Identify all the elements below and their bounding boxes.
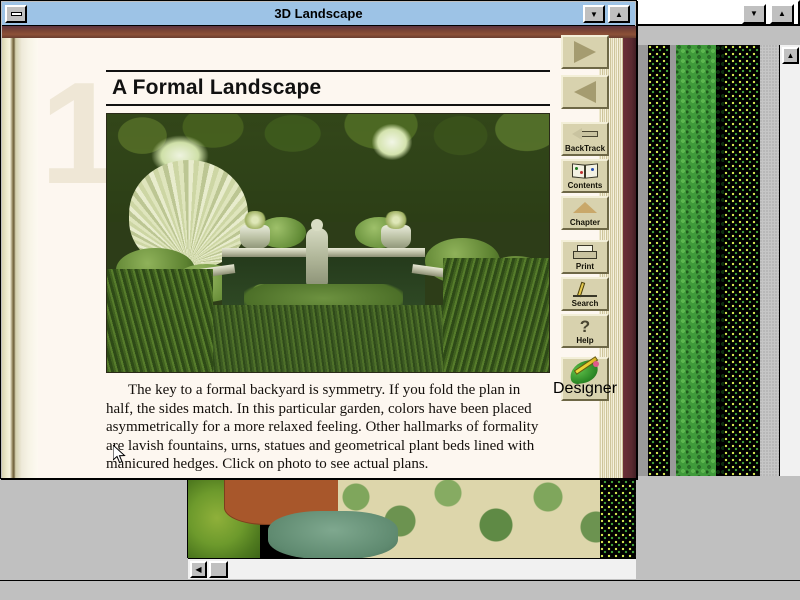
previous-page-button[interactable] xyxy=(561,75,609,109)
chapter-number-watermark: 1 xyxy=(40,52,121,214)
chapter-button[interactable]: Chapter xyxy=(561,196,609,230)
photo-statue xyxy=(305,227,328,286)
scroll-left-button[interactable]: ◀ xyxy=(190,561,207,578)
garden-photo[interactable] xyxy=(106,113,550,373)
window-titlebar[interactable]: 3D Landscape ▼ ▲ xyxy=(2,2,635,26)
navigation-toolbar[interactable]: BackTrack Contents Chapter Print Search … xyxy=(553,35,617,401)
background-window-titlebar[interactable]: ▼ ▲ xyxy=(636,0,800,26)
leaf-pencil-icon xyxy=(568,356,600,385)
background-window-left-pane xyxy=(0,476,188,558)
print-label: Print xyxy=(575,262,595,271)
search-label: Search xyxy=(571,299,599,308)
book-spine xyxy=(2,38,38,478)
backtrack-button[interactable]: BackTrack xyxy=(561,122,609,156)
chevron-down-icon: ▼ xyxy=(750,9,758,18)
chevron-up-icon: ▲ xyxy=(778,9,786,18)
open-book-icon xyxy=(572,161,598,181)
background-window-maximize-button[interactable]: ▲ xyxy=(770,4,794,24)
search-button[interactable]: Search xyxy=(561,277,609,311)
background-window-title xyxy=(642,6,740,22)
arrow-left-icon: ◀ xyxy=(195,564,202,574)
book-cover-top-edge xyxy=(2,26,636,38)
contents-label: Contents xyxy=(567,181,603,190)
backtrack-label: BackTrack xyxy=(564,144,606,153)
window-title: 3D Landscape xyxy=(274,6,363,21)
triangle-right-icon xyxy=(574,41,596,63)
page-content: A Formal Landscape The key to a formal b… xyxy=(106,70,550,474)
photo-urn-right xyxy=(381,224,412,249)
horizontal-scrollbar-thumb[interactable] xyxy=(209,561,228,578)
help-button[interactable]: ? Help xyxy=(561,314,609,348)
pen-search-icon xyxy=(573,279,597,299)
chapter-label: Chapter xyxy=(569,218,601,227)
chevron-up-icon: ▲ xyxy=(615,9,623,19)
contents-button[interactable]: Contents xyxy=(561,159,609,193)
next-page-button[interactable] xyxy=(561,35,609,69)
landscape-book-window[interactable]: 3D Landscape ▼ ▲ 1 A Formal Landscape Th… xyxy=(0,0,637,479)
heading-rule-bottom xyxy=(106,104,550,106)
page-title: A Formal Landscape xyxy=(112,76,322,99)
photo-reeds-left xyxy=(107,268,214,372)
background-window-minimize-button[interactable]: ▼ xyxy=(742,4,766,24)
print-button[interactable]: Print xyxy=(561,240,609,274)
landscape-plan-strip[interactable] xyxy=(188,476,636,559)
body-paragraph: The key to a formal backyard is symmetry… xyxy=(106,382,539,472)
printer-icon xyxy=(572,242,598,262)
book-cover-right-edge xyxy=(623,38,636,478)
chevron-down-icon: ▼ xyxy=(590,9,598,19)
back-arrow-icon xyxy=(572,124,598,144)
designer-button[interactable]: Designer xyxy=(553,356,617,401)
photo-highlight-right xyxy=(372,124,412,161)
scroll-up-button[interactable]: ▲ xyxy=(782,47,799,64)
window-maximize-button[interactable]: ▲ xyxy=(608,5,630,23)
triangle-left-icon xyxy=(574,81,596,103)
photo-urn-left xyxy=(239,224,270,249)
arrow-up-icon: ▲ xyxy=(786,50,795,60)
photo-reeds-right xyxy=(442,258,549,372)
question-mark-icon: ? xyxy=(579,316,591,336)
book-page: 1 A Formal Landscape The key to a formal… xyxy=(2,26,636,478)
window-restore-button[interactable]: ▼ xyxy=(583,5,605,23)
background-window-status-bar xyxy=(0,580,800,600)
screen: ▼ ▲ ▲ ▼ xyxy=(0,0,800,600)
up-arrow-icon xyxy=(573,198,597,218)
help-label: Help xyxy=(576,336,594,345)
background-horizontal-scrollbar[interactable]: ◀ xyxy=(188,558,636,579)
